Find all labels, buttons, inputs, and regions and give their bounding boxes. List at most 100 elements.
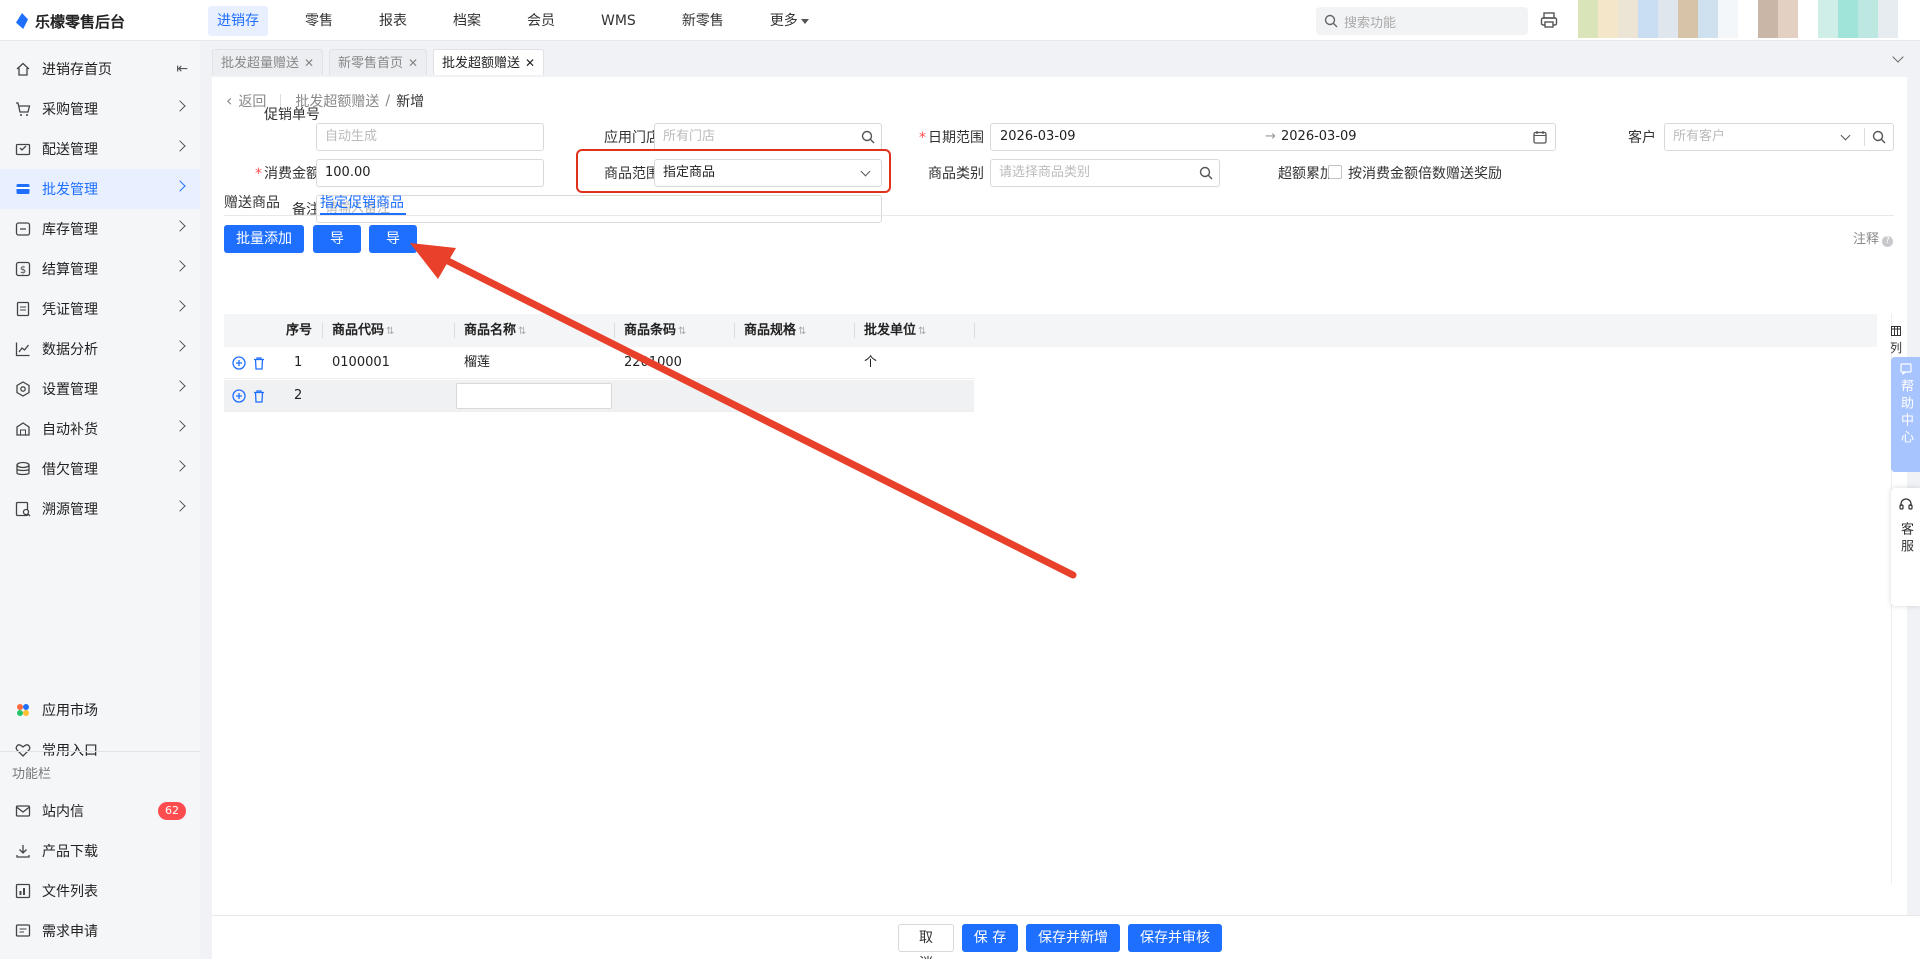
close-icon[interactable]: ✕: [408, 56, 418, 70]
subtab-promo-products[interactable]: 指定促销商品: [320, 192, 404, 212]
customer-label: 客户: [1628, 130, 1656, 146]
delete-row-icon[interactable]: [252, 356, 266, 370]
cell-name[interactable]: 榴莲: [464, 347, 490, 379]
caret-down-icon: [800, 18, 809, 24]
cell-barcode[interactable]: 2201000: [624, 347, 682, 379]
sidebar-item-delivery[interactable]: 配送管理: [0, 129, 200, 169]
save-and-new-button[interactable]: 保存并新增: [1026, 924, 1120, 952]
accumulate-checkbox[interactable]: [1328, 165, 1342, 179]
column-divider: [454, 323, 455, 338]
cell-unit[interactable]: 个: [864, 347, 877, 379]
user-avatar-blurred[interactable]: [1578, 0, 1898, 38]
top-nav-new-retail[interactable]: 新零售: [673, 6, 733, 36]
column-divider: [734, 323, 735, 338]
tab-wholesale-over-qty[interactable]: 批发超量赠送 ✕: [212, 49, 324, 75]
sort-icon[interactable]: ⇅: [798, 326, 806, 337]
delete-row-icon[interactable]: [252, 389, 266, 403]
sidebar-item-wholesale[interactable]: 批发管理: [0, 169, 200, 209]
sidebar-item-label: 文件列表: [42, 884, 98, 900]
column-settings-button[interactable]: 列: [1889, 325, 1903, 356]
sidebar-item-replenish[interactable]: 自动补货: [0, 409, 200, 449]
cell-code[interactable]: 0100001: [332, 347, 390, 379]
top-nav-more[interactable]: 更多: [761, 6, 818, 36]
function-search-input[interactable]: 搜索功能: [1316, 7, 1528, 35]
top-nav-stock[interactable]: 进销存: [208, 6, 268, 36]
sidebar-item-label: 结算管理: [42, 262, 98, 278]
top-nav-archive[interactable]: 档案: [444, 6, 490, 36]
sort-icon[interactable]: ⇅: [678, 326, 686, 337]
file-list-icon: [14, 882, 32, 900]
top-nav-retail[interactable]: 零售: [296, 6, 342, 36]
cancel-button[interactable]: 取 消: [898, 924, 954, 959]
top-nav-member[interactable]: 会员: [518, 6, 564, 36]
sidebar-item-label: 凭证管理: [42, 302, 98, 318]
sidebar-item-debt[interactable]: 借欠管理: [0, 449, 200, 489]
customer-select[interactable]: 所有客户: [1664, 123, 1894, 151]
cart-icon: [14, 100, 32, 118]
sidebar-item-requests[interactable]: 需求申请: [0, 911, 200, 951]
active-subtab-indicator: [320, 213, 406, 215]
sidebar-item-download[interactable]: 产品下载: [0, 831, 200, 871]
table-row: 1 0100001 榴莲 2201000 个: [224, 347, 974, 379]
sidebar-item-label: 溯源管理: [42, 502, 98, 518]
category-select[interactable]: 请选择商品类别: [990, 159, 1220, 187]
col-barcode[interactable]: 商品条码 ⇅: [624, 314, 686, 347]
add-row-icon[interactable]: [232, 356, 246, 370]
top-bar: 乐檬零售后台 进销存 零售 报表 档案 会员 WMS 新零售 更多 搜索功能: [0, 0, 1920, 41]
tabs-dropdown-chevron-icon[interactable]: [1892, 51, 1904, 63]
sidebar-item-analytics[interactable]: 数据分析: [0, 329, 200, 369]
batch-add-button[interactable]: 批量添加: [224, 225, 304, 253]
sidebar-item-trace[interactable]: 溯源管理: [0, 489, 200, 529]
help-center-button[interactable]: 帮助中心: [1891, 357, 1920, 472]
product-name-input[interactable]: [456, 383, 612, 409]
add-row-icon[interactable]: [232, 389, 246, 403]
breadcrumb-separator: /: [385, 93, 391, 109]
logo-icon: [14, 13, 30, 29]
sort-icon[interactable]: ⇅: [518, 326, 526, 337]
notes-link[interactable]: 注释?: [1853, 228, 1893, 247]
print-icon[interactable]: [1540, 11, 1558, 29]
export-button[interactable]: 导 出: [369, 225, 417, 275]
search-icon[interactable]: [1872, 130, 1886, 144]
collapse-sidebar-icon[interactable]: ⇤: [176, 61, 188, 77]
save-button[interactable]: 保 存: [962, 924, 1018, 952]
sidebar-item-settings[interactable]: 设置管理: [0, 369, 200, 409]
chevron-right-icon: [174, 100, 186, 112]
close-icon[interactable]: ✕: [304, 56, 314, 70]
tab-wholesale-over-amount[interactable]: 批发超额赠送 ✕: [433, 49, 545, 75]
sidebar-item-messages[interactable]: 站内信 62: [0, 791, 200, 831]
promo-no-input[interactable]: 自动生成: [316, 123, 544, 151]
save-and-audit-button[interactable]: 保存并审核: [1128, 924, 1222, 952]
amount-input[interactable]: 100.00: [316, 159, 544, 187]
sidebar-item-settlement[interactable]: $ 结算管理: [0, 249, 200, 289]
col-spec[interactable]: 商品规格 ⇅: [744, 314, 806, 347]
close-icon[interactable]: ✕: [525, 56, 535, 70]
debt-icon: [14, 460, 32, 478]
app-logo[interactable]: 乐檬零售后台: [14, 10, 125, 32]
sidebar-item-app-market[interactable]: 应用市场: [0, 690, 200, 730]
sidebar-item-stock-home[interactable]: 进销存首页 ⇤: [0, 49, 200, 89]
tab-new-retail-home[interactable]: 新零售首页 ✕: [329, 49, 428, 75]
sort-icon[interactable]: ⇅: [918, 326, 926, 337]
subtab-gift-products[interactable]: 赠送商品: [224, 192, 280, 212]
col-unit[interactable]: 批发单位 ⇅: [864, 314, 926, 347]
sidebar-item-purchase[interactable]: 采购管理: [0, 89, 200, 129]
headset-icon: [1898, 498, 1913, 510]
col-name[interactable]: 商品名称 ⇅: [464, 314, 526, 347]
top-nav-wms[interactable]: WMS: [592, 6, 645, 36]
col-code[interactable]: 商品代码 ⇅: [332, 314, 394, 347]
date-range-picker[interactable]: 2026-03-09 → 2026-03-09: [990, 123, 1556, 151]
import-button[interactable]: 导 入: [313, 225, 361, 275]
store-select[interactable]: 所有门店: [654, 123, 882, 151]
customer-service-button[interactable]: 客服: [1891, 488, 1920, 606]
accumulate-checkbox-label[interactable]: 按消费金额倍数赠送奖励: [1348, 163, 1502, 183]
top-nav-reports[interactable]: 报表: [370, 6, 416, 36]
sidebar-item-label: 产品下载: [42, 844, 98, 860]
unread-count-badge: 62: [158, 802, 186, 820]
trace-icon: [14, 500, 32, 518]
sidebar-item-inventory[interactable]: 库存管理: [0, 209, 200, 249]
chart-icon: [14, 340, 32, 358]
sidebar-item-voucher[interactable]: 凭证管理: [0, 289, 200, 329]
sort-icon[interactable]: ⇅: [386, 326, 394, 337]
sidebar-item-files[interactable]: 文件列表: [0, 871, 200, 911]
